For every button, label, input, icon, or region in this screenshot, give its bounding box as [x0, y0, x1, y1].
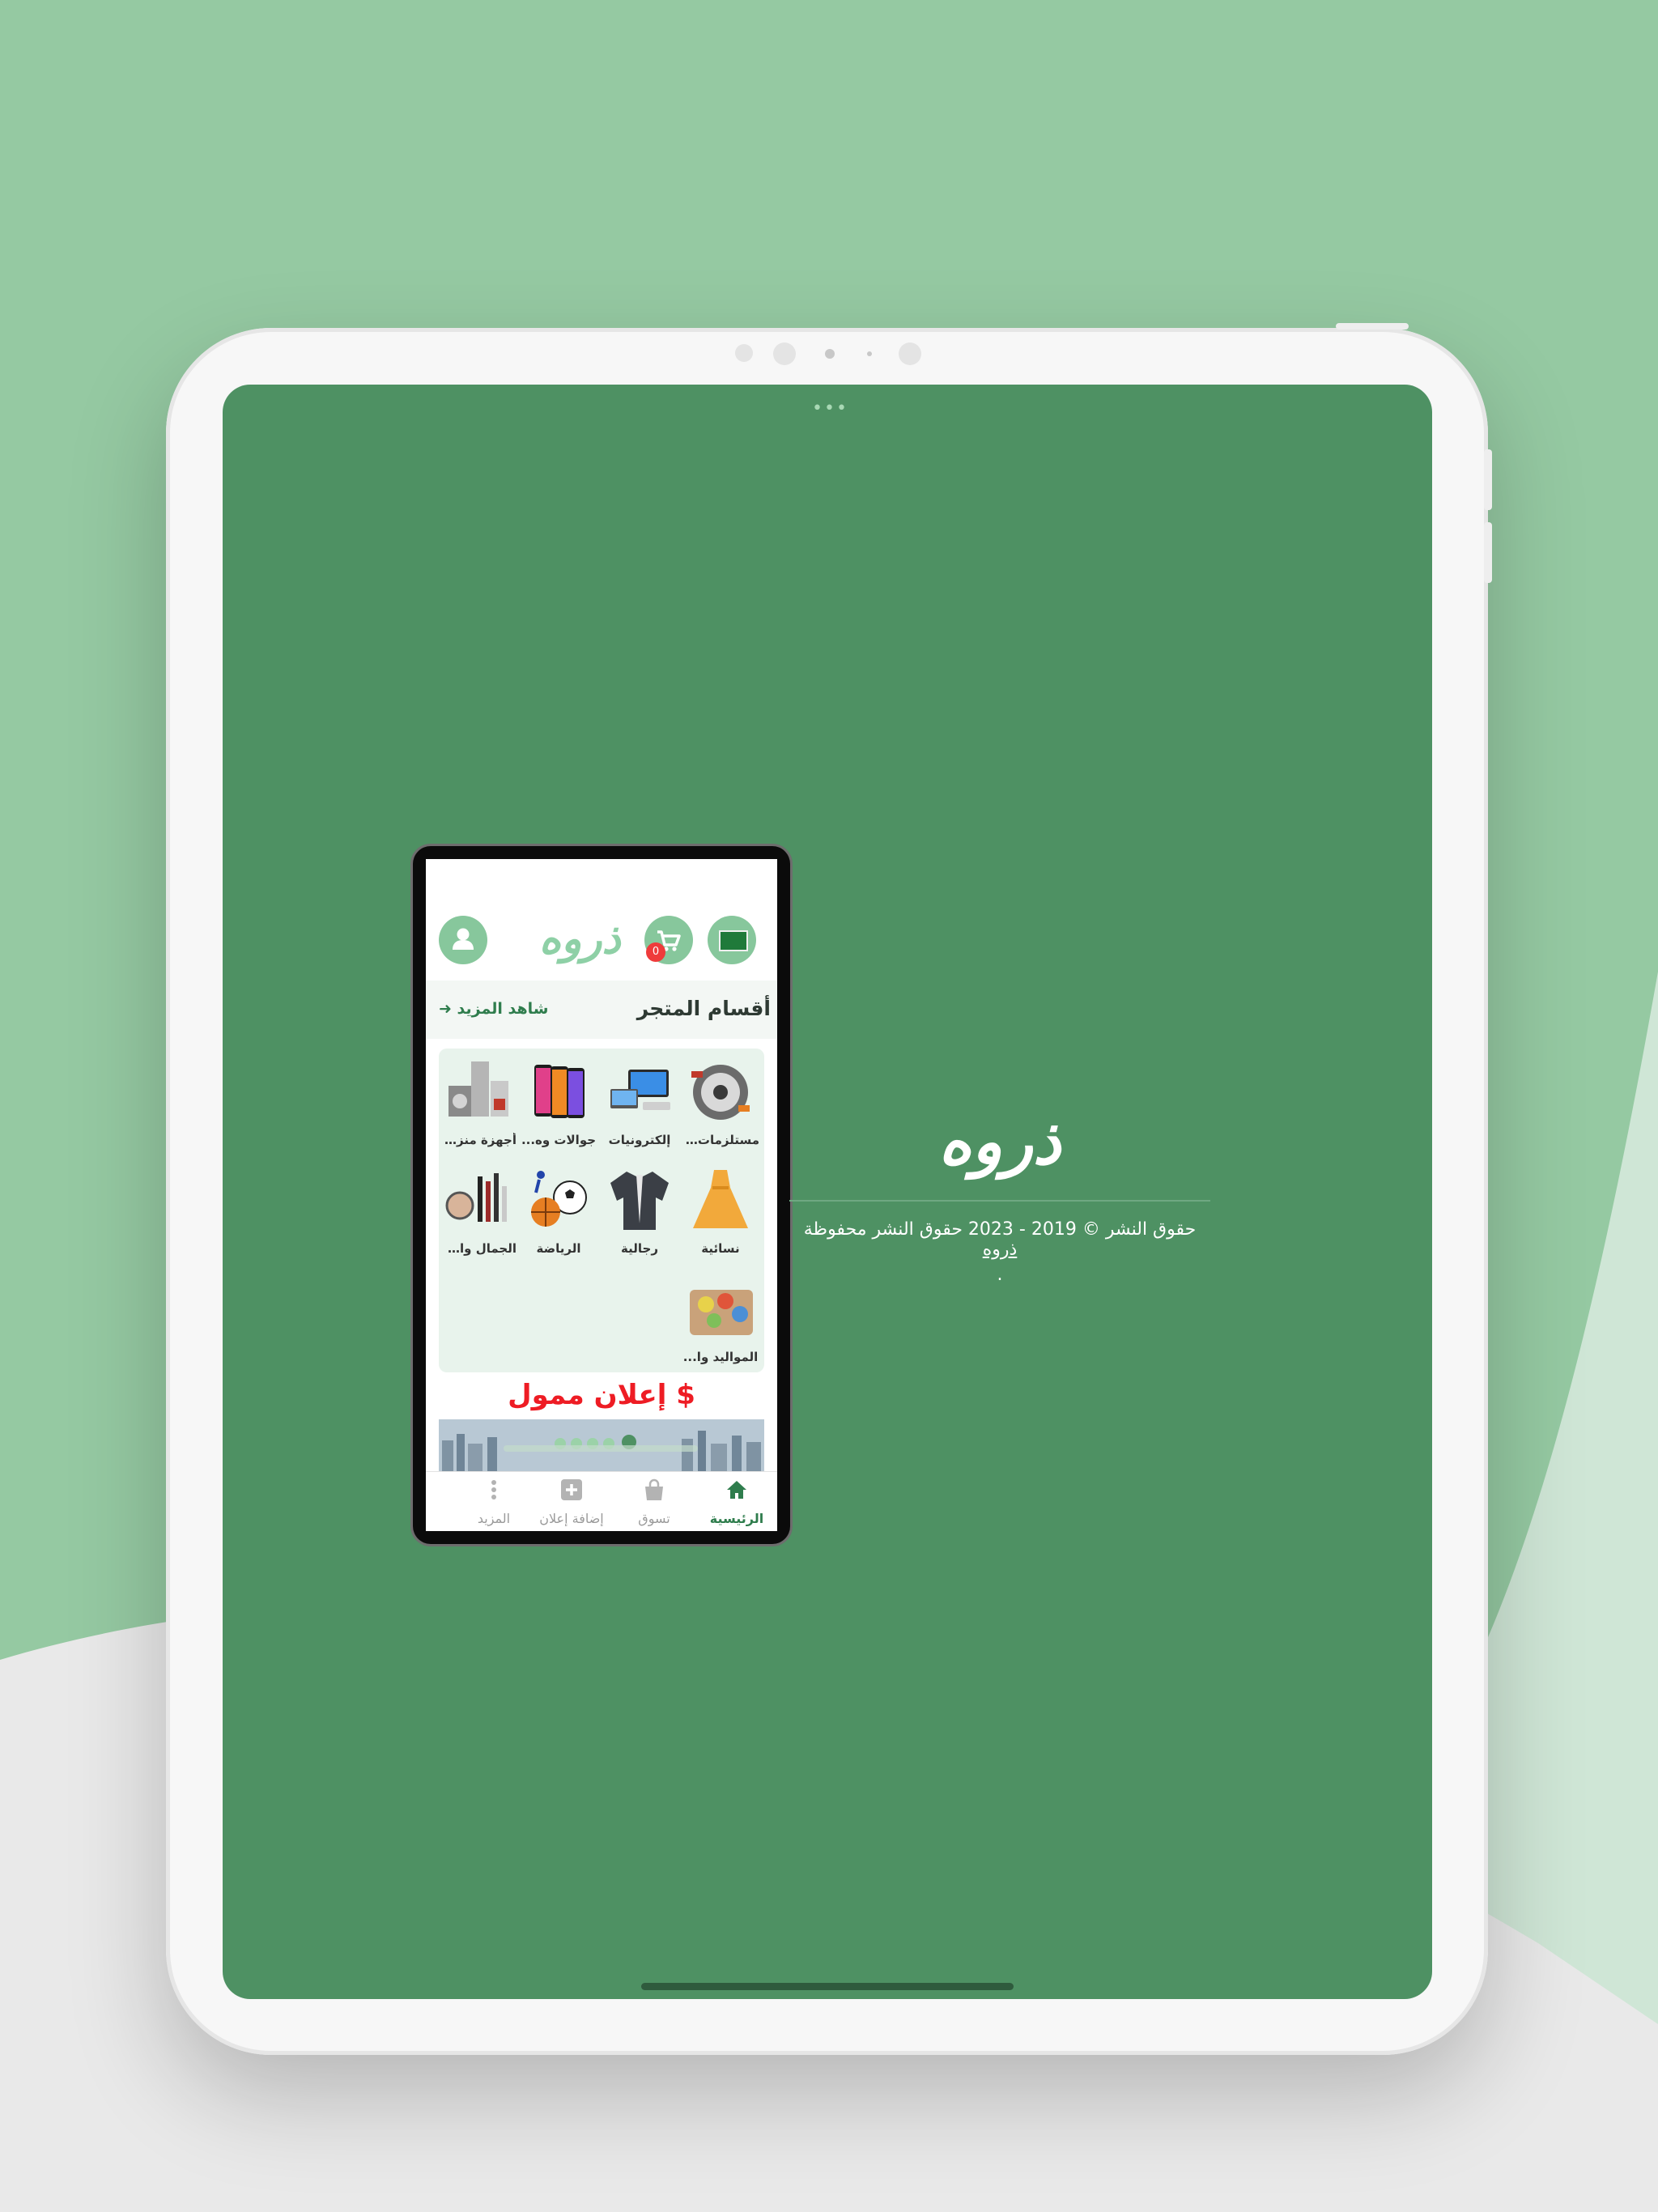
- home-indicator[interactable]: [641, 1983, 1014, 1990]
- profile-button[interactable]: [439, 916, 487, 964]
- category-label: الجمال وال...: [439, 1241, 517, 1256]
- beauty-products-image: [445, 1173, 507, 1222]
- more-vertical-icon: [491, 1480, 496, 1499]
- category-label: أجهزة منزل...: [439, 1133, 517, 1147]
- divider: [789, 1200, 1210, 1202]
- nav-label: الرئيسية: [709, 1511, 764, 1526]
- copyright-suffix: .: [997, 1265, 1003, 1285]
- user-icon: [453, 928, 474, 950]
- see-more-label: شاهد المزيد: [457, 1000, 549, 1018]
- nav-label: إضافة إعلان: [539, 1511, 604, 1526]
- nav-label: المزيد: [477, 1511, 511, 1526]
- see-more-link[interactable]: شاهد المزيد ➜: [439, 1000, 548, 1018]
- app-logo[interactable]: ذروه: [539, 914, 621, 963]
- copyright-text: حقوق النشر © 2019 - 2023 حقوق النشر محفو…: [789, 1219, 1210, 1260]
- tablet-top-button: [1336, 323, 1409, 330]
- phone-mockup: 0 ذروه أقسام المتجر شاهد المزيد ➜ مستلزم…: [413, 846, 790, 1544]
- city-skyline-image: [439, 1419, 764, 1471]
- men-shirt-image: [610, 1172, 669, 1230]
- category-item[interactable]: رجالية: [601, 1157, 678, 1262]
- tablet-frame: ••• 0 ذروه أقسام المتجر شاهد المزيد ➜ مس…: [166, 323, 1492, 2055]
- category-label: إلكترونيات: [608, 1133, 671, 1147]
- category-label: جوالات وه...: [521, 1133, 597, 1147]
- category-item[interactable]: جوالات وه...: [520, 1049, 597, 1154]
- copyright-brand-link[interactable]: ذروه: [983, 1240, 1018, 1260]
- section-title: أقسام المتجر: [636, 997, 771, 1020]
- tablet-screen: ••• 0 ذروه أقسام المتجر شاهد المزيد ➜ مس…: [223, 385, 1432, 1999]
- sensor-dot: [899, 342, 921, 365]
- category-item[interactable]: إلكترونيات: [601, 1049, 678, 1154]
- phone-screen: 0 ذروه أقسام المتجر شاهد المزيد ➜ مستلزم…: [426, 859, 777, 1531]
- sensor-dot: [773, 342, 796, 365]
- camera-lens: [825, 349, 835, 359]
- store-sections-header: أقسام المتجر شاهد المزيد ➜: [426, 981, 777, 1039]
- home-appliances-image: [449, 1061, 508, 1117]
- shopping-bag-icon: [645, 1478, 663, 1500]
- saudi-flag-icon: [719, 930, 748, 951]
- women-dress-image: [693, 1170, 748, 1228]
- category-label: مستلزمات ...: [682, 1133, 759, 1147]
- category-label: رجالية: [621, 1241, 658, 1256]
- category-item[interactable]: المواليد وا...: [682, 1266, 759, 1371]
- sensor-dot: [735, 344, 753, 362]
- nav-home[interactable]: الرئيسية: [696, 1477, 777, 1526]
- tablet-volume-up-button: [1484, 449, 1492, 510]
- cart-count-badge: 0: [646, 942, 665, 962]
- baby-toys-image: [690, 1290, 753, 1335]
- category-label: الرياضة: [536, 1241, 581, 1256]
- brand-footer: ذروه حقوق النشر © 2019 - 2023 حقوق النشر…: [789, 1105, 1210, 1285]
- sponsored-ad-banner[interactable]: [439, 1419, 764, 1471]
- nav-label: تسوق: [638, 1511, 670, 1526]
- category-label: نسائية: [701, 1241, 740, 1256]
- phones-image: [534, 1065, 585, 1118]
- nav-add-ad[interactable]: إضافة إعلان: [531, 1477, 612, 1526]
- sports-image: [531, 1171, 587, 1227]
- arrow-left-icon: ➜: [439, 1000, 452, 1018]
- tablet-volume-down-button: [1484, 522, 1492, 583]
- multitasking-dots[interactable]: •••: [812, 398, 848, 419]
- electronics-image: [610, 1070, 670, 1110]
- category-item[interactable]: الجمال وال...: [439, 1157, 517, 1262]
- category-item[interactable]: مستلزمات ...: [682, 1049, 759, 1154]
- sponsored-ad-title: $ إعلان ممول: [508, 1379, 695, 1411]
- categories-grid: مستلزمات ... إلكترونيات جوالات وه... أجه…: [439, 1049, 764, 1372]
- auto-accessories-image: [691, 1065, 750, 1120]
- category-item[interactable]: نسائية: [682, 1157, 759, 1262]
- copyright-prefix: حقوق النشر © 2019 - 2023 حقوق النشر محفو…: [803, 1219, 1197, 1240]
- nav-more[interactable]: المزيد: [453, 1477, 534, 1526]
- nav-shop[interactable]: تسوق: [614, 1477, 695, 1526]
- sensor-dot: [867, 351, 872, 356]
- category-item[interactable]: الرياضة: [520, 1157, 597, 1262]
- home-icon: [727, 1481, 746, 1499]
- bottom-navigation: الرئيسية تسوق إضافة إعلان المزيد: [426, 1471, 777, 1531]
- category-item[interactable]: أجهزة منزل...: [439, 1049, 517, 1154]
- brand-logo: ذروه: [938, 1105, 1061, 1179]
- country-selector[interactable]: [708, 916, 756, 964]
- app-header: 0 ذروه: [426, 908, 777, 981]
- category-label: المواليد وا...: [682, 1350, 759, 1364]
- add-icon: [561, 1479, 582, 1500]
